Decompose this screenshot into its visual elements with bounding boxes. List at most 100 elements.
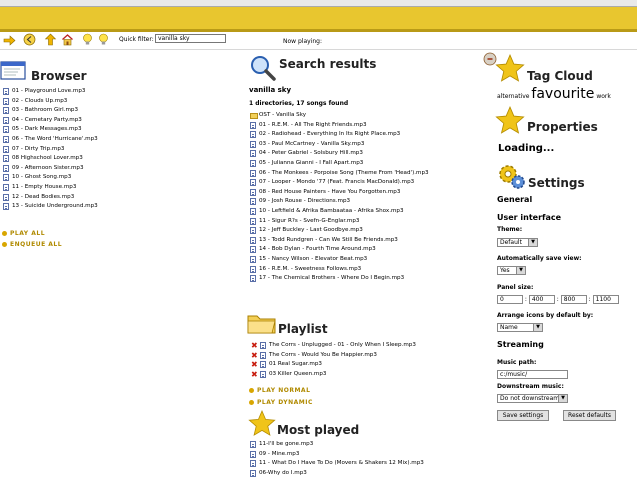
list-item[interactable]: 06 - The Word 'Hurricane'.mp3 xyxy=(3,135,98,145)
playlist-item[interactable]: ✖ 03 Killer Queen.mp3 xyxy=(251,370,416,380)
list-item[interactable]: 10 - Leftfield & Afrika Bambaataa - Afri… xyxy=(250,207,429,217)
audio-file-icon xyxy=(250,460,256,468)
list-item[interactable]: 06-Why do I.mp3 xyxy=(250,469,424,479)
list-item[interactable]: 03 - Bathroom Girl.mp3 xyxy=(3,106,98,116)
list-item[interactable]: 09 - Mine.mp3 xyxy=(250,450,424,460)
enqueue-all-link[interactable]: ENQUEUE ALL xyxy=(2,241,62,248)
audio-file-icon xyxy=(3,145,9,153)
list-item[interactable]: 11 - What Do I Have To Do (Movers & Shak… xyxy=(250,459,424,469)
audio-file-icon xyxy=(3,193,9,201)
arrange-select[interactable]: Name ▼ xyxy=(497,323,543,332)
delete-icon[interactable]: ✖ xyxy=(251,370,258,378)
file-name: 09 - Josh Rouse - Directions.mp3 xyxy=(259,198,351,205)
header-banner xyxy=(0,7,637,32)
downstream-value: Do not downstream xyxy=(500,395,560,402)
list-item[interactable]: 01 - Playground Love.mp3 xyxy=(3,87,98,97)
list-item[interactable]: 05 - Julianna Gianni - I Fall Apart.mp3 xyxy=(250,159,429,169)
tag-link[interactable]: work xyxy=(596,93,611,100)
list-item[interactable]: 09 - Josh Rouse - Directions.mp3 xyxy=(250,197,429,207)
play-normal-label: PLAY NORMAL xyxy=(257,387,311,394)
list-item[interactable]: 14 - Bob Dylan - Fourth Time Around.mp3 xyxy=(250,245,429,255)
list-item[interactable]: 02 - Radiohead - Everything In Its Right… xyxy=(250,130,429,140)
list-item[interactable]: 12 - Jeff Buckley - Last Goodbye.mp3 xyxy=(250,226,429,236)
list-item[interactable]: 10 - Ghost Song.mp3 xyxy=(3,173,98,183)
file-name: 01 - Playground Love.mp3 xyxy=(12,88,86,94)
list-item[interactable]: 04 - Peter Gabriel - Solsbury Hill.mp3 xyxy=(250,149,429,159)
list-item[interactable]: 01 - R.E.M. - All The Right Friends.mp3 xyxy=(250,121,429,131)
delete-icon[interactable]: ✖ xyxy=(251,342,258,350)
play-icon xyxy=(249,400,254,405)
file-name: 13 - Suicide Underground.mp3 xyxy=(12,203,98,210)
file-name: 01 - R.E.M. - All The Right Friends.mp3 xyxy=(259,121,367,128)
list-item[interactable]: 07 - Dirty Trip.mp3 xyxy=(3,145,98,155)
arrow-right-icon[interactable] xyxy=(3,34,16,47)
list-item[interactable]: 09 - Afternoon Sister.mp3 xyxy=(3,164,98,174)
list-item[interactable]: 04 - Cemetary Party.mp3 xyxy=(3,116,98,126)
panel-size-input[interactable]: 400 xyxy=(528,295,555,304)
play-normal-link[interactable]: PLAY NORMAL xyxy=(249,387,310,394)
file-name: 04 - Cemetary Party.mp3 xyxy=(12,116,82,123)
list-item[interactable]: 15 - Nancy Wilson - Elevator Beat.mp3 xyxy=(250,255,429,265)
file-name: 05 - Julianna Gianni - I Fall Apart.mp3 xyxy=(259,159,364,166)
audio-file-icon xyxy=(3,97,9,105)
tag-link[interactable]: favourite xyxy=(531,86,594,102)
play-dynamic-link[interactable]: PLAY DYNAMIC xyxy=(249,399,313,406)
reset-defaults-button[interactable]: Reset defaults xyxy=(563,410,616,421)
audio-file-icon xyxy=(250,255,256,263)
file-name: 16 - R.E.M. - Sweetness Follows.mp3 xyxy=(259,265,362,272)
tag-link[interactable]: alternative xyxy=(497,93,530,100)
play-icon xyxy=(2,231,7,236)
arrange-value: Name xyxy=(500,324,518,331)
list-item[interactable]: 11 - Sigur R?s - Svefn-G-Englar.mp3 xyxy=(250,217,429,227)
search-result-list: OST - Vanilla Sky 01 - R.E.M. - All The … xyxy=(250,111,429,284)
quick-filter-input[interactable] xyxy=(155,34,226,43)
search-results-title: Search results xyxy=(279,57,377,71)
chevron-down-icon: ▼ xyxy=(516,267,525,274)
panel-size-input[interactable]: 800 xyxy=(560,295,587,304)
audio-file-icon xyxy=(3,164,9,172)
list-item[interactable]: 07 - Looper - Mondo '77 (Feat. Francis M… xyxy=(250,178,429,188)
playlist-item[interactable]: ✖ 01 Real Sugar.mp3 xyxy=(251,360,416,370)
list-item[interactable]: 11-I'll be gone.mp3 xyxy=(250,440,424,450)
folder-item[interactable]: OST - Vanilla Sky xyxy=(250,111,429,121)
list-item[interactable]: 05 - Dark Messages.mp3 xyxy=(3,125,98,135)
bulb-icon[interactable] xyxy=(97,33,110,46)
panel-size-input[interactable]: 1100 xyxy=(592,295,619,304)
music-path-input[interactable]: c:/music/ xyxy=(497,370,568,379)
home-icon[interactable] xyxy=(61,33,74,46)
list-item[interactable]: 06 - The Monkees - Porpoise Song (Theme … xyxy=(250,169,429,179)
file-name: 06 - The Word 'Hurricane'.mp3 xyxy=(12,135,98,142)
list-item[interactable]: 08 - Red House Painters - Have You Forgo… xyxy=(250,188,429,198)
panel-size-input[interactable]: 0 xyxy=(497,295,523,304)
bulb-icon[interactable] xyxy=(81,33,94,46)
playlist-item[interactable]: ✖ The Corrs - Would You Be Happier.mp3 xyxy=(251,351,416,361)
star-icon xyxy=(495,106,525,134)
list-item[interactable]: 12 - Dead Bodies.mp3 xyxy=(3,193,98,203)
save-settings-button[interactable]: Save settings xyxy=(497,410,549,421)
arrange-label: Arrange icons by default by: xyxy=(497,312,594,319)
list-item[interactable]: 11 - Empty House.mp3 xyxy=(3,183,98,193)
list-item[interactable]: 13 - Todd Rundgren - Can We Still Be Fri… xyxy=(250,236,429,246)
file-name: 02 - Clouds Up.mp3 xyxy=(12,97,68,104)
list-item[interactable]: 02 - Clouds Up.mp3 xyxy=(3,97,98,107)
up-arrow-icon[interactable] xyxy=(44,33,57,46)
list-item[interactable]: 17 - The Chemical Brothers - Where Do I … xyxy=(250,274,429,284)
playlist-item[interactable]: ✖ The Corrs - Unplugged - 01 - Only When … xyxy=(251,341,416,351)
play-all-link[interactable]: PLAY ALL xyxy=(2,230,45,237)
folder-icon xyxy=(247,315,276,334)
delete-icon[interactable]: ✖ xyxy=(251,351,258,359)
delete-icon[interactable]: ✖ xyxy=(251,361,258,369)
list-item[interactable]: 13 - Suicide Underground.mp3 xyxy=(3,202,98,212)
file-name: 09 - Mine.mp3 xyxy=(259,450,300,457)
list-item[interactable]: 03 - Paul McCartney - Vanilla Sky.mp3 xyxy=(250,140,429,150)
downstream-select[interactable]: Do not downstream ▼ xyxy=(497,394,568,403)
list-item[interactable]: 16 - R.E.M. - Sweetness Follows.mp3 xyxy=(250,265,429,275)
theme-select[interactable]: Default ▼ xyxy=(497,238,538,247)
audio-file-icon xyxy=(3,183,9,191)
list-item[interactable]: 08 Highschool Lover.mp3 xyxy=(3,154,98,164)
audio-file-icon xyxy=(250,265,256,273)
audio-file-icon xyxy=(250,207,256,215)
browser-title: Browser xyxy=(31,69,87,83)
back-icon[interactable] xyxy=(23,33,36,46)
autosave-select[interactable]: Yes ▼ xyxy=(497,266,526,275)
